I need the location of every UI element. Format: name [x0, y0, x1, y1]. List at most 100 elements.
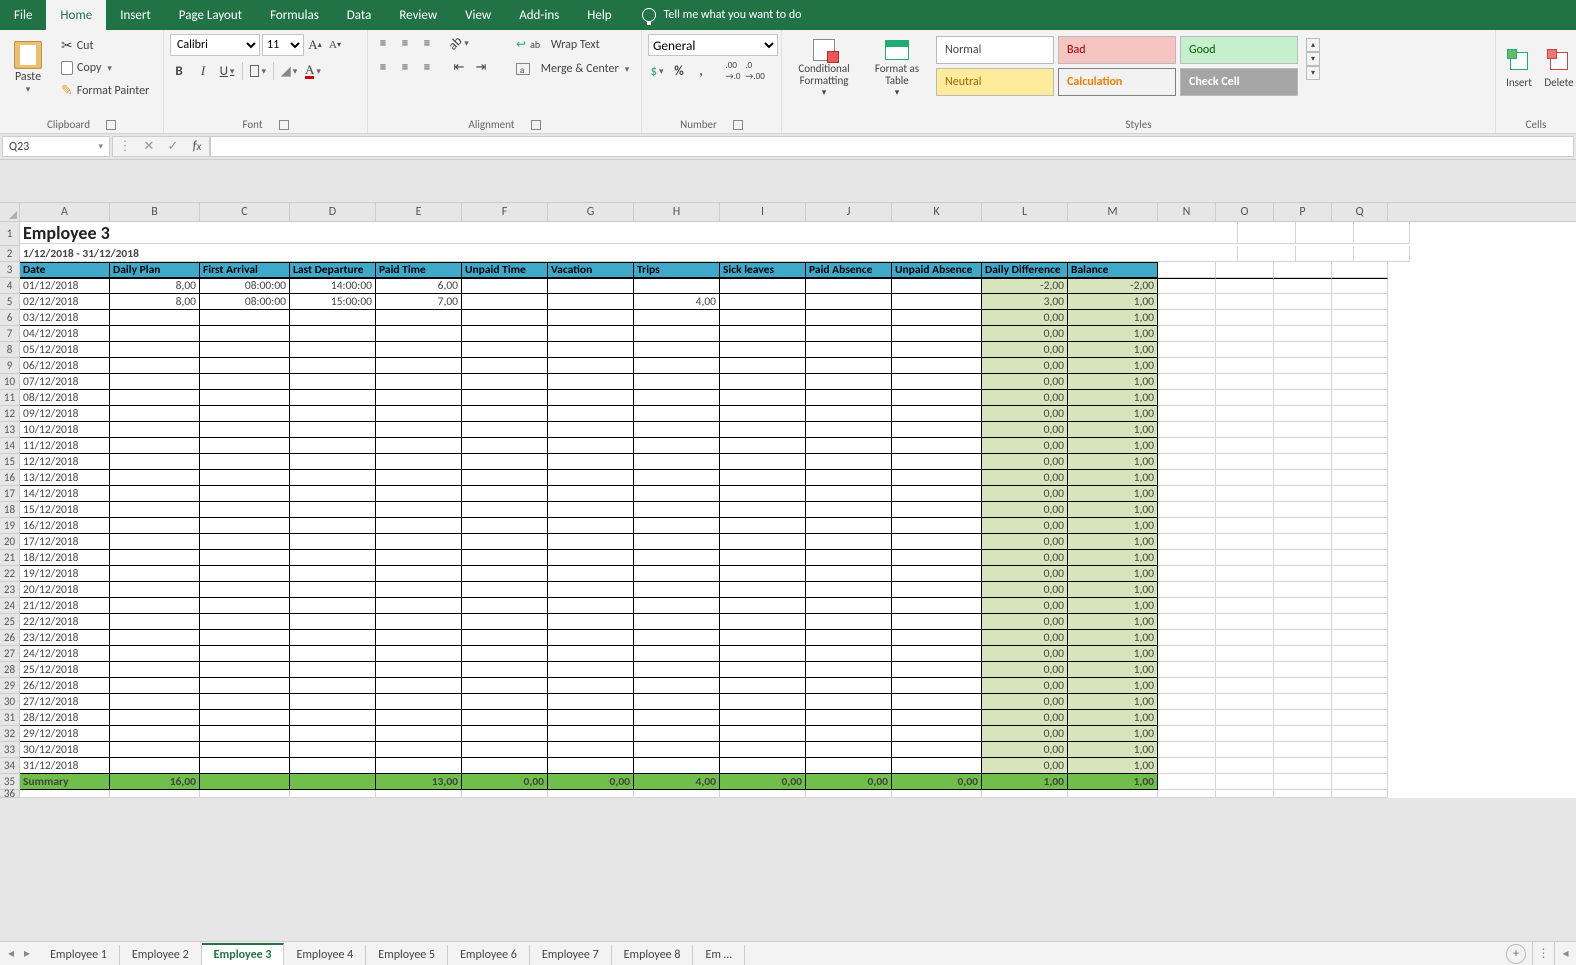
cell[interactable]	[1274, 470, 1332, 486]
ribbon-tab-view[interactable]: View	[451, 0, 505, 30]
cell[interactable]	[806, 470, 892, 486]
cell[interactable]	[720, 726, 806, 742]
cell[interactable]	[376, 726, 462, 742]
cell[interactable]	[1158, 342, 1216, 358]
style-calculation[interactable]: Calculation	[1058, 68, 1176, 96]
cell[interactable]	[290, 582, 376, 598]
row-header-28[interactable]: 28	[0, 662, 20, 678]
cell[interactable]	[290, 566, 376, 582]
cell[interactable]	[376, 614, 462, 630]
cell[interactable]	[376, 646, 462, 662]
cell[interactable]	[200, 358, 290, 374]
cell[interactable]	[110, 614, 200, 630]
cell[interactable]	[462, 422, 548, 438]
cell[interactable]: 0,00	[982, 406, 1068, 422]
cell[interactable]: 0,00	[982, 662, 1068, 678]
cell[interactable]	[110, 630, 200, 646]
cell[interactable]	[1238, 222, 1296, 244]
cell[interactable]	[1296, 222, 1354, 244]
cell[interactable]	[1158, 454, 1216, 470]
cell[interactable]: 1/12/2018 - 31/12/2018	[20, 246, 220, 262]
cell[interactable]: 29/12/2018	[20, 726, 110, 742]
cell[interactable]	[376, 470, 462, 486]
cell[interactable]: 11/12/2018	[20, 438, 110, 454]
increase-font-button[interactable]: A▴	[306, 36, 324, 54]
row-header-2[interactable]: 2	[0, 246, 20, 262]
cell[interactable]	[462, 710, 548, 726]
cell[interactable]	[806, 486, 892, 502]
cell[interactable]	[1332, 550, 1388, 566]
cell[interactable]: Unpaid Absence	[892, 262, 982, 278]
cell[interactable]	[1274, 598, 1332, 614]
cell[interactable]	[376, 374, 462, 390]
cell[interactable]	[110, 710, 200, 726]
cell[interactable]	[462, 646, 548, 662]
formula-enter-button[interactable]: ✓	[161, 139, 185, 154]
cell[interactable]	[548, 742, 634, 758]
cell[interactable]	[720, 742, 806, 758]
cell[interactable]	[806, 358, 892, 374]
cell[interactable]	[200, 326, 290, 342]
cell[interactable]	[1180, 222, 1238, 244]
cell[interactable]	[1216, 726, 1274, 742]
cell[interactable]	[200, 438, 290, 454]
cell[interactable]: 05/12/2018	[20, 342, 110, 358]
style-check-cell[interactable]: Check Cell	[1180, 68, 1298, 96]
align-right-button[interactable]: ≡	[418, 58, 436, 76]
cell[interactable]: 10/12/2018	[20, 422, 110, 438]
cell[interactable]: 15:00:00	[290, 294, 376, 310]
cell[interactable]	[1274, 486, 1332, 502]
cell[interactable]	[376, 342, 462, 358]
cell[interactable]	[290, 518, 376, 534]
cell[interactable]: 1,00	[1068, 310, 1158, 326]
cell[interactable]	[290, 470, 376, 486]
cell[interactable]	[548, 566, 634, 582]
cell[interactable]	[376, 438, 462, 454]
cell[interactable]	[110, 518, 200, 534]
cell[interactable]	[110, 582, 200, 598]
ribbon-tab-data[interactable]: Data	[333, 0, 386, 30]
cell[interactable]	[1216, 342, 1274, 358]
cell[interactable]	[892, 790, 982, 798]
cell[interactable]	[1216, 294, 1274, 310]
cell[interactable]	[634, 518, 720, 534]
cell[interactable]	[720, 438, 806, 454]
cell[interactable]	[806, 342, 892, 358]
cell[interactable]	[1158, 518, 1216, 534]
cell[interactable]	[720, 678, 806, 694]
number-dialog-launcher[interactable]	[733, 120, 743, 130]
cell[interactable]	[290, 678, 376, 694]
cell[interactable]: First Arrival	[200, 262, 290, 278]
tab-scroll-options[interactable]: ⋮	[1532, 942, 1554, 965]
sheet-nav-next[interactable]: ▸	[24, 946, 30, 961]
cell[interactable]: 4,00	[634, 774, 720, 790]
cell[interactable]	[376, 758, 462, 774]
cell[interactable]	[720, 486, 806, 502]
cell[interactable]	[1158, 710, 1216, 726]
cell[interactable]	[1158, 326, 1216, 342]
cell[interactable]	[1158, 630, 1216, 646]
cell[interactable]	[110, 678, 200, 694]
cell[interactable]	[634, 614, 720, 630]
cell[interactable]: 08/12/2018	[20, 390, 110, 406]
cell[interactable]	[806, 550, 892, 566]
cell[interactable]	[548, 470, 634, 486]
cell[interactable]	[1158, 694, 1216, 710]
cell[interactable]	[290, 614, 376, 630]
row-header-20[interactable]: 20	[0, 534, 20, 550]
cell[interactable]	[290, 742, 376, 758]
cell[interactable]: 03/12/2018	[20, 310, 110, 326]
cell[interactable]: 27/12/2018	[20, 694, 110, 710]
cell[interactable]	[1274, 534, 1332, 550]
cell[interactable]: 14/12/2018	[20, 486, 110, 502]
cell[interactable]	[1332, 726, 1388, 742]
cell[interactable]	[376, 742, 462, 758]
cell[interactable]	[200, 566, 290, 582]
cell[interactable]	[376, 790, 462, 798]
gallery-scroll-up[interactable]: ▴	[1306, 38, 1320, 52]
cell[interactable]	[462, 678, 548, 694]
bold-button[interactable]: B	[170, 62, 188, 80]
cell[interactable]	[110, 646, 200, 662]
cell[interactable]: 01/12/2018	[20, 278, 110, 294]
cell[interactable]	[806, 406, 892, 422]
